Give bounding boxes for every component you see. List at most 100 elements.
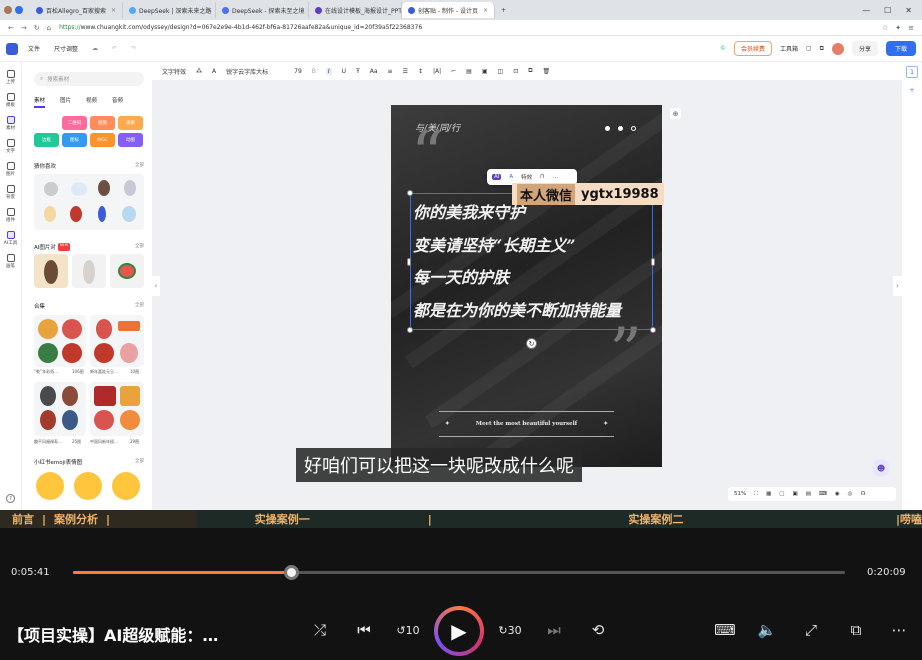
rotate-handle-icon[interactable]: ↻	[526, 338, 537, 349]
close-window-icon[interactable]: ✕	[905, 6, 912, 15]
ai-thumb-portrait[interactable]	[34, 254, 68, 288]
seek-handle[interactable]	[283, 565, 299, 580]
browser-tab-4[interactable]: 创客贴 - 制作 - 设计页 ×	[402, 2, 495, 18]
font-size-select[interactable]: 79	[294, 68, 302, 75]
close-icon[interactable]: ×	[483, 7, 488, 14]
tab-audio[interactable]: 音频	[112, 96, 123, 108]
sparkle-icon[interactable]: ⁂	[196, 68, 202, 75]
delete-icon[interactable]: ⊓	[540, 174, 544, 180]
forward-30-icon[interactable]: ↻ 30	[498, 619, 521, 641]
play-button[interactable]: ▶	[434, 606, 484, 656]
extension-icon[interactable]	[15, 6, 23, 14]
shuffle-icon[interactable]: ⤮	[309, 619, 331, 641]
tile-table[interactable]: 表格	[118, 116, 143, 130]
emoji-sticker[interactable]	[36, 472, 64, 500]
frame-icon[interactable]: ▢	[779, 491, 784, 497]
browser-tab-1[interactable]: DeepSeek | 深索未来之路×	[123, 2, 216, 18]
resize-handle[interactable]	[650, 327, 656, 333]
close-icon[interactable]: ×	[111, 7, 116, 14]
tile-aigc[interactable]: AIGC	[90, 133, 115, 147]
font-a-icon[interactable]: A	[509, 174, 513, 180]
font-a-icon[interactable]: A	[212, 68, 216, 75]
ai-assistant-icon[interactable]: ☻	[872, 459, 890, 477]
rail-item-ai-tools[interactable]: AI工具	[0, 231, 21, 246]
star-icon[interactable]: ☆	[882, 24, 888, 32]
seek-bar[interactable]	[73, 565, 845, 580]
resize-handle[interactable]	[407, 327, 413, 333]
sticker-item[interactable]	[122, 206, 136, 222]
collapse-left-icon[interactable]: ‹	[152, 276, 160, 296]
new-tab-button[interactable]: +	[495, 2, 513, 18]
sticker-item[interactable]	[70, 206, 82, 222]
page-number-button[interactable]: 1	[906, 66, 918, 78]
tile-cutout[interactable]: 抠图	[90, 116, 115, 130]
chapter-case2[interactable]: 实操案例二	[466, 511, 896, 527]
more-icon[interactable]: …	[552, 174, 558, 180]
duplicate-icon[interactable]: ⧉	[528, 67, 532, 75]
rail-item-upload[interactable]: 上传	[0, 70, 21, 85]
headset-icon[interactable]: ☊	[860, 491, 865, 497]
chapter-intro[interactable]: 前言	[12, 511, 34, 527]
open-quote-mark[interactable]: “	[411, 123, 444, 187]
coin-icon[interactable]: ©	[720, 45, 726, 52]
layers-icon[interactable]: ▤	[806, 491, 811, 497]
copy-icon[interactable]: ⧉	[820, 45, 824, 53]
collection-thumb-2[interactable]	[34, 382, 86, 436]
rail-item-template[interactable]: 模板	[0, 93, 21, 108]
resize-handle[interactable]	[407, 190, 413, 196]
share-button[interactable]: 分享	[851, 41, 878, 56]
add-page-icon[interactable]: +	[906, 84, 918, 96]
ai-icon[interactable]: AI	[492, 174, 502, 180]
cloud-save-icon[interactable]: ☁	[92, 45, 98, 52]
download-button[interactable]: 下载	[885, 41, 916, 56]
collection-thumb-3[interactable]	[90, 382, 144, 436]
next-icon[interactable]: ⏭	[543, 619, 565, 641]
brush-format-icon[interactable]: ⌐	[451, 68, 456, 75]
vip-renew-button[interactable]: 会员续费	[733, 41, 772, 56]
back-icon[interactable]: ←	[8, 24, 14, 32]
minimize-icon[interactable]: —	[862, 6, 870, 15]
see-all-link[interactable]: 全部	[135, 162, 144, 170]
grid-icon[interactable]: ▦	[766, 491, 771, 497]
menu-icon[interactable]: ≡	[908, 24, 914, 32]
tab-picture[interactable]: 图片	[60, 96, 71, 108]
text-effects-button[interactable]: 文字特效	[162, 67, 186, 76]
lock-icon[interactable]: ⊡	[513, 68, 518, 75]
rail-item-text[interactable]: 文字	[0, 139, 21, 154]
spacing-icon[interactable]: ↕	[418, 68, 423, 75]
italic-icon[interactable]: I	[325, 67, 332, 75]
tile-qrcode[interactable]: 二维码	[62, 116, 87, 130]
tile-icon[interactable]: 图标	[62, 133, 87, 147]
letter-spacing-icon[interactable]: |A|	[433, 68, 441, 75]
sticker-item[interactable]	[44, 182, 58, 196]
forward-icon[interactable]: →	[21, 24, 27, 32]
fullscreen-icon[interactable]: ⤢	[800, 619, 822, 641]
sticker-item[interactable]	[98, 206, 106, 222]
tab-video[interactable]: 视频	[86, 96, 97, 108]
chapter-analysis[interactable]: 案例分析	[54, 511, 98, 527]
toolbox-button[interactable]: 工具箱	[780, 44, 798, 53]
rail-item-image[interactable]: 图片	[0, 162, 21, 177]
url-field[interactable]: https://www.chuangkit.com/odyssey/design…	[59, 24, 422, 31]
see-all-link[interactable]: 全部	[135, 458, 144, 466]
file-menu[interactable]: 文件	[28, 44, 40, 53]
keyboard-icon[interactable]: ⌨	[819, 491, 827, 497]
home-icon[interactable]: ⌂	[47, 24, 51, 32]
bold-icon[interactable]: B	[312, 68, 316, 75]
previous-icon[interactable]: ⏮	[353, 619, 375, 641]
delete-icon[interactable]: 🗑	[543, 68, 551, 75]
sticker-item[interactable]	[124, 180, 136, 196]
collection-thumb-0[interactable]	[34, 315, 86, 367]
layers-icon[interactable]: ▤	[466, 68, 472, 75]
app-logo-icon[interactable]	[6, 42, 18, 55]
browser-tab-3[interactable]: 在线设计模板_海报设计_PPT在…×	[309, 2, 402, 18]
collection-thumb-1[interactable]	[90, 315, 144, 367]
resize-handle[interactable]	[651, 258, 655, 266]
redo-icon[interactable]: ↷	[131, 45, 136, 52]
resize-handle[interactable]	[407, 258, 411, 266]
profile-icon[interactable]	[4, 6, 12, 14]
strikethrough-icon[interactable]: Ŧ	[356, 68, 360, 75]
pip-icon[interactable]: ⧉	[845, 619, 867, 641]
tile-border[interactable]: 边框	[34, 133, 59, 147]
chapter-case1[interactable]: 实操案例一 |	[197, 511, 467, 527]
